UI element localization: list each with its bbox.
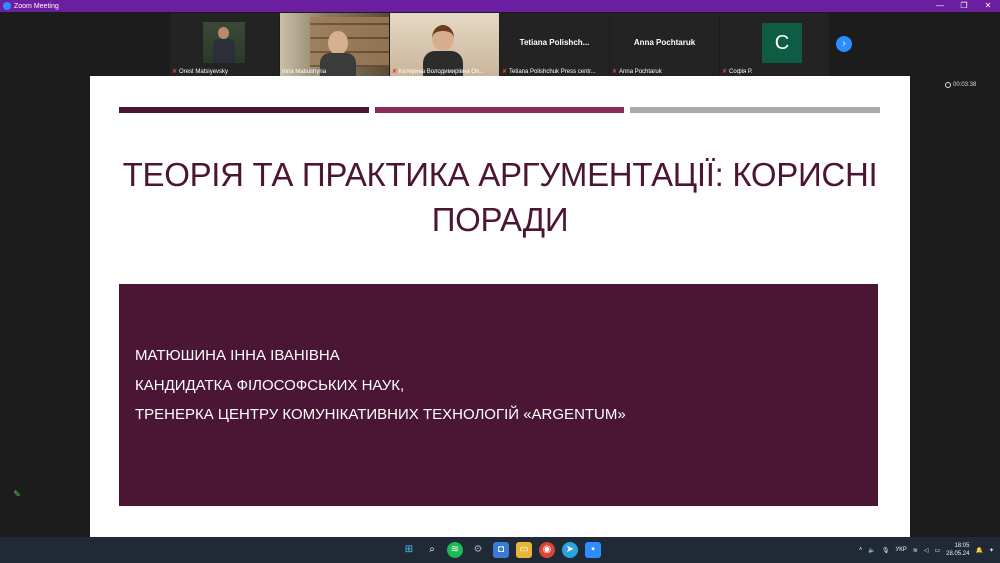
participant-video	[280, 13, 389, 76]
language-indicator[interactable]: УКР	[895, 547, 906, 553]
window-title: Zoom Meeting	[14, 2, 59, 10]
participant-video	[390, 13, 499, 76]
battery-icon[interactable]: ▭	[934, 547, 940, 554]
meeting-area: ✘ Orest Matsiyevsky Inna Matiushyna ✘ Кате…	[0, 12, 1000, 537]
chevron-up-icon[interactable]: ˄	[859, 547, 863, 553]
clock-icon	[945, 82, 951, 88]
participant-name: ✘ Tetiana Polishchuk Press centr...	[502, 68, 596, 76]
meeting-timer: 00:03:38	[945, 82, 976, 88]
settings-icon[interactable]: ⚙	[470, 542, 486, 558]
speaker-degree: КАНДИДАТКА ФІЛОСОФСЬКИХ НАУК,	[135, 377, 405, 394]
zoom-logo-icon	[3, 2, 11, 10]
search-icon[interactable]: ⌕	[424, 542, 440, 558]
speaker-icon[interactable]: 🔈	[868, 547, 875, 554]
shared-screen-slide: ТЕОРІЯ ТА ПРАКТИКА АРГУМЕНТАЦІЇ: КОРИСНІ…	[90, 76, 910, 537]
muted-mic-icon: ✘	[502, 69, 508, 75]
decor-bar	[375, 107, 624, 113]
speaker-info-panel: МАТЮШИНА ІННА ІВАНІВНА КАНДИДАТКА ФІЛОСО…	[119, 284, 878, 506]
participant-display-name: Anna Pochtaruk	[633, 38, 696, 47]
participant-name: ✘ Anna Pochtaruk	[612, 68, 662, 76]
participant-name: ✘ Софія Р.	[722, 68, 753, 76]
annotate-pen-icon[interactable]: ✎	[10, 487, 24, 501]
photos-icon[interactable]: ◘	[493, 542, 509, 558]
volume-icon[interactable]: ◁	[924, 547, 929, 554]
participant-display-name: Tetiana Polishch...	[519, 38, 590, 47]
participant-strip: ✘ Orest Matsiyevsky Inna Matiushyna ✘ Кате…	[170, 13, 829, 76]
participant-tile[interactable]: Anna Pochtaruk ✘ Anna Pochtaruk	[610, 13, 719, 76]
muted-mic-icon: ✘	[392, 69, 398, 75]
close-button[interactable]: ✕	[976, 0, 1000, 12]
notification-icon[interactable]: 🔔	[975, 547, 982, 554]
system-clock[interactable]: 18:05 28.05.24	[946, 542, 969, 558]
participant-tile[interactable]: ✘ Катерина Володимирівна Оп...	[390, 13, 499, 76]
spotify-icon[interactable]: ≋	[447, 542, 463, 558]
participant-name: ✘ Orest Matsiyevsky	[172, 68, 229, 76]
title-bar: Zoom Meeting — ❐ ✕	[0, 0, 1000, 12]
minimize-button[interactable]: —	[928, 0, 952, 12]
participant-video	[203, 22, 245, 63]
speaker-name: МАТЮШИНА ІННА ІВАНІВНА	[135, 347, 340, 364]
next-participants-arrow-icon[interactable]: ›	[836, 36, 852, 52]
participant-avatar: C	[762, 23, 802, 63]
chrome-icon[interactable]: ◉	[539, 542, 555, 558]
maximize-button[interactable]: ❐	[952, 0, 976, 12]
start-icon[interactable]: ⊞	[401, 542, 417, 558]
copilot-icon[interactable]: ✦	[989, 547, 994, 554]
participant-tile[interactable]: Tetiana Polishch... ✘ Tetiana Polishchuk …	[500, 13, 609, 76]
muted-mic-icon: ✘	[722, 69, 728, 75]
slide-title: ТЕОРІЯ ТА ПРАКТИКА АРГУМЕНТАЦІЇ: КОРИСНІ…	[122, 156, 878, 238]
decor-bar	[630, 107, 880, 113]
participant-name: Inna Matiushyna	[282, 69, 327, 75]
wifi-icon[interactable]: ≋	[913, 547, 918, 554]
zoom-app-icon[interactable]: ▪	[585, 542, 601, 558]
mic-icon[interactable]: 🎙	[882, 547, 890, 554]
decor-bar	[119, 107, 369, 113]
muted-mic-icon: ✘	[612, 69, 618, 75]
telegram-icon[interactable]: ➤	[562, 542, 578, 558]
participant-tile-active-speaker[interactable]: Inna Matiushyna	[280, 13, 389, 76]
muted-mic-icon: ✘	[172, 69, 178, 75]
participant-tile[interactable]: ✘ Orest Matsiyevsky	[170, 13, 279, 76]
windows-taskbar: ⊞ ⌕ ≋ ⚙ ◘ ▭ ◉ ➤ ▪ ˄ 🔈 🎙 УКР ≋ ◁ ▭ 18:05 …	[0, 537, 1000, 563]
participant-name: ✘ Катерина Володимирівна Оп...	[392, 68, 485, 76]
file-explorer-icon[interactable]: ▭	[516, 542, 532, 558]
speaker-position: ТРЕНЕРКА ЦЕНТРУ КОМУНІКАТИВНИХ ТЕХНОЛОГІ…	[135, 406, 626, 423]
participant-tile[interactable]: C ✘ Софія Р.	[720, 13, 829, 76]
